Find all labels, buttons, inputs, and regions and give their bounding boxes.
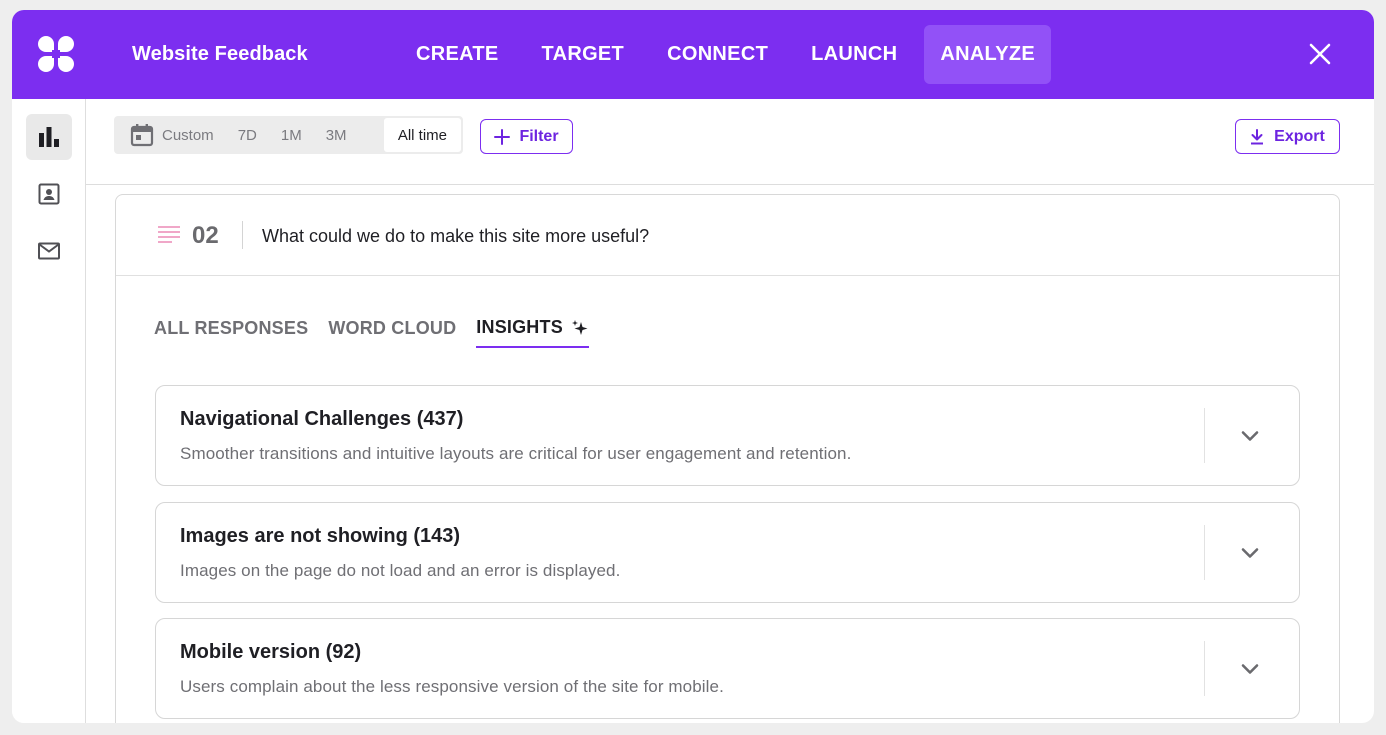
left-rail xyxy=(12,99,86,723)
chevron-down-icon[interactable] xyxy=(1238,541,1262,565)
bar-chart-icon xyxy=(39,127,59,147)
question-text: What could we do to make this site more … xyxy=(262,226,650,246)
tab-insights-label: INSIGHTS xyxy=(476,317,563,337)
nav-connect[interactable]: CONNECT xyxy=(651,25,784,84)
contact-card-icon xyxy=(38,183,60,205)
rail-analytics-button[interactable] xyxy=(26,114,72,160)
insight-card[interactable]: Mobile version (92) Users complain about… xyxy=(155,618,1300,719)
chevron-down-icon[interactable] xyxy=(1238,424,1262,448)
range-all-time[interactable]: All time xyxy=(383,118,461,152)
close-icon[interactable] xyxy=(1308,42,1332,66)
text-lines-icon xyxy=(158,226,180,243)
nav-launch[interactable]: LAUNCH xyxy=(795,25,913,84)
plus-icon xyxy=(494,128,511,145)
calendar-icon[interactable] xyxy=(130,123,154,147)
chevron-down-icon[interactable] xyxy=(1238,657,1262,681)
export-label: Export xyxy=(1274,127,1325,145)
insight-divider xyxy=(1204,525,1205,580)
insight-divider xyxy=(1204,641,1205,696)
tab-word-cloud[interactable]: WORD CLOUD xyxy=(328,317,456,348)
mail-icon xyxy=(38,242,60,260)
insight-card[interactable]: Images are not showing (143) Images on t… xyxy=(155,502,1300,603)
nav-target[interactable]: TARGET xyxy=(526,25,641,84)
export-button[interactable]: Export xyxy=(1235,119,1340,154)
download-icon xyxy=(1251,128,1264,144)
app-title: Website Feedback xyxy=(132,43,308,65)
rail-contacts-button[interactable] xyxy=(26,171,72,217)
toolbar: Custom 7D 1M 3M All time Filter Export xyxy=(86,99,1374,185)
insight-description: Images on the page do not load and an er… xyxy=(180,561,621,580)
question-number: 02 xyxy=(192,222,219,249)
main-nav: CREATE TARGET CONNECT LAUNCH ANALYZE xyxy=(400,25,1062,84)
insight-description: Users complain about the less responsive… xyxy=(180,677,724,696)
range-3m[interactable]: 3M xyxy=(326,127,347,144)
insight-description: Smoother transitions and intuitive layou… xyxy=(180,444,852,463)
tab-insights[interactable]: INSIGHTS xyxy=(476,317,589,348)
question-header: 02 What could we do to make this site mo… xyxy=(116,195,1339,276)
range-custom[interactable]: Custom xyxy=(162,127,214,144)
question-divider xyxy=(242,221,243,249)
logo-icon xyxy=(38,36,74,72)
tab-all-responses[interactable]: ALL RESPONSES xyxy=(154,317,308,348)
insight-title: Navigational Challenges (437) xyxy=(180,408,464,430)
insight-divider xyxy=(1204,408,1205,463)
nav-create[interactable]: CREATE xyxy=(400,25,515,84)
rail-mail-button[interactable] xyxy=(26,228,72,274)
question-card: 02 What could we do to make this site mo… xyxy=(115,194,1340,723)
range-7d[interactable]: 7D xyxy=(238,127,257,144)
insight-title: Images are not showing (143) xyxy=(180,525,461,547)
insight-card[interactable]: Navigational Challenges (437) Smoother t… xyxy=(155,385,1300,486)
range-1m[interactable]: 1M xyxy=(281,127,302,144)
app-window: Website Feedback CREATE TARGET CONNECT L… xyxy=(12,10,1374,723)
insight-title: Mobile version (92) xyxy=(180,641,362,663)
date-range-selector: Custom 7D 1M 3M All time xyxy=(114,116,463,154)
filter-button[interactable]: Filter xyxy=(480,119,573,154)
sparkle-icon xyxy=(571,319,588,335)
nav-analyze[interactable]: ANALYZE xyxy=(924,25,1052,84)
filter-label: Filter xyxy=(519,127,559,145)
top-bar: Website Feedback CREATE TARGET CONNECT L… xyxy=(12,10,1374,99)
response-tabs: ALL RESPONSES WORD CLOUD INSIGHTS xyxy=(154,317,609,348)
